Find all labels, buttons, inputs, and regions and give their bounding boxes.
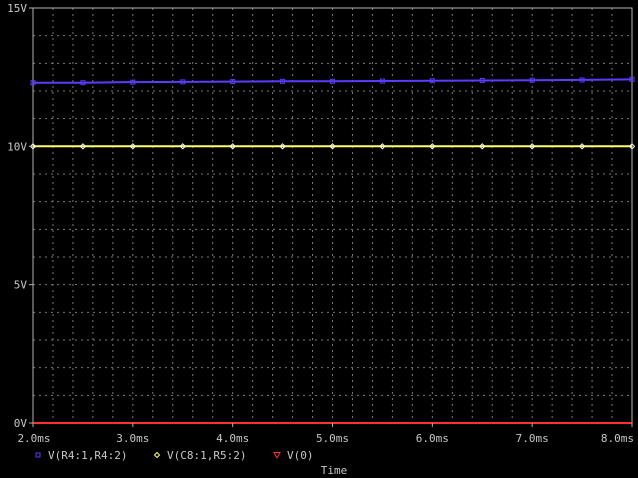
y-tick-label: 5V [14,279,28,292]
x-tick-label: 2.0ms [17,432,50,445]
x-tick-label: 4.0ms [216,432,249,445]
x-tick-label: 3.0ms [116,432,149,445]
x-tick-label: 5.0ms [316,432,349,445]
legend-label: V(R4:1,R4:2) [48,449,127,462]
x-tick-label: 7.0ms [516,432,549,445]
y-tick-label: 15V [7,2,27,15]
x-tick-label: 8.0ms [601,432,634,445]
y-tick-label: 10V [7,140,27,153]
x-axis-title: Time [321,464,348,477]
y-tick-label: 0V [14,417,28,430]
legend-label: V(C8:1,R5:2) [167,449,246,462]
legend-label: V(0) [287,449,314,462]
waveform-plot: 0V 5V 10V 15V 2.0ms 3.0ms 4.0ms 5.0ms 6.0ms 7.0m… [0,0,638,478]
background [0,0,638,478]
x-tick-label: 6.0ms [416,432,449,445]
